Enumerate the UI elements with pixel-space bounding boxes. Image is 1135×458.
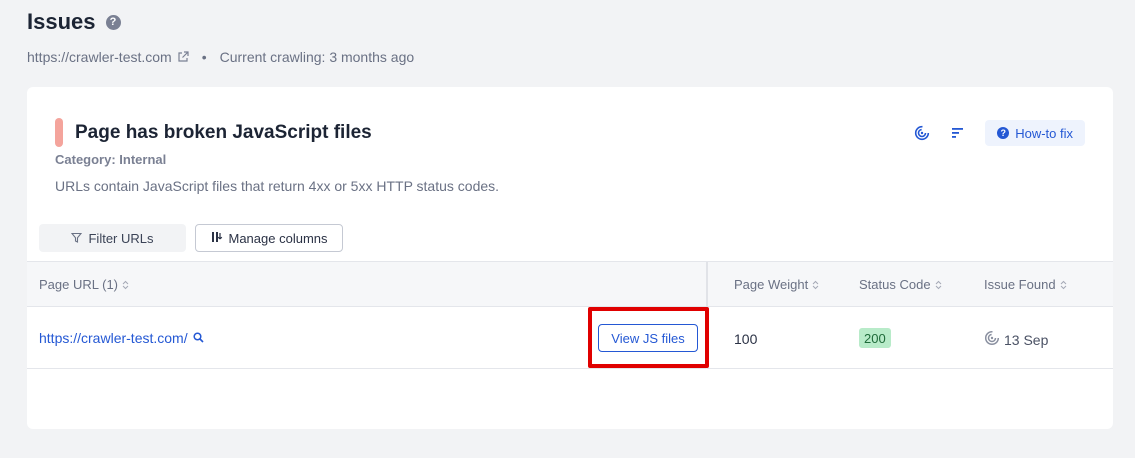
column-sort-icon[interactable]: [935, 280, 942, 290]
column-sort-icon[interactable]: [1060, 280, 1067, 290]
status-badge: 200: [859, 328, 891, 348]
column-header-status-code[interactable]: Status Code: [859, 277, 942, 292]
column-header-page-weight[interactable]: Page Weight: [734, 277, 819, 292]
issue-found-cell: 13 Sep: [984, 330, 1048, 349]
page-title: Issues: [27, 9, 96, 34]
issue-category: Category: Internal: [55, 152, 167, 167]
page-url-link[interactable]: https://crawler-test.com/: [39, 330, 188, 346]
search-icon[interactable]: [193, 330, 204, 346]
column-label: Page URL (1): [39, 277, 118, 292]
columns-icon: [211, 231, 223, 246]
history-icon: [984, 330, 1000, 349]
filter-icon: [71, 231, 83, 246]
how-to-fix-button[interactable]: ? How-to fix: [985, 120, 1085, 146]
question-icon: ?: [997, 127, 1010, 139]
column-sort-icon[interactable]: [812, 280, 819, 290]
table-row: https://crawler-test.com/ View JS files …: [27, 307, 1113, 369]
table-header: Page URL (1) Page Weight Status Code Iss…: [27, 261, 1113, 308]
issue-description: URLs contain JavaScript files that retur…: [55, 178, 500, 194]
page-url-cell: https://crawler-test.com/: [39, 330, 204, 346]
column-label: Page Weight: [734, 277, 809, 292]
how-to-fix-label: How-to fix: [1015, 125, 1073, 141]
issue-title: Page has broken JavaScript files: [75, 122, 372, 143]
column-header-issue-found[interactable]: Issue Found: [984, 277, 1067, 292]
column-sort-icon[interactable]: [122, 280, 129, 290]
issue-found-date: 13 Sep: [1004, 331, 1049, 348]
separator-dot: •: [201, 49, 207, 65]
view-js-files-button[interactable]: View JS files: [598, 324, 698, 352]
column-divider[interactable]: [706, 262, 708, 308]
crawl-status: Current crawling: 3 months ago: [219, 49, 415, 65]
column-label: Status Code: [859, 277, 931, 292]
filter-urls-button[interactable]: Filter URLs: [39, 224, 186, 252]
issue-card: Page has broken JavaScript files Categor…: [27, 87, 1113, 429]
issue-actions: ? How-to fix: [911, 120, 1085, 146]
severity-marker: [55, 118, 63, 147]
sort-icon[interactable]: [947, 122, 969, 144]
column-header-page-url[interactable]: Page URL (1): [39, 277, 129, 292]
manage-columns-label: Manage columns: [228, 230, 328, 246]
history-icon[interactable]: [911, 122, 933, 144]
help-icon[interactable]: ?: [105, 14, 121, 30]
page-weight-cell: 100: [734, 331, 758, 347]
filter-urls-label: Filter URLs: [88, 230, 154, 246]
page-header: Issues ?: [27, 9, 121, 35]
column-label: Issue Found: [984, 277, 1056, 292]
manage-columns-button[interactable]: Manage columns: [195, 224, 343, 252]
crawl-meta: https://crawler-test.com • Current crawl…: [27, 49, 414, 65]
site-url-link[interactable]: https://crawler-test.com: [27, 49, 172, 65]
external-link-icon[interactable]: [177, 51, 189, 63]
